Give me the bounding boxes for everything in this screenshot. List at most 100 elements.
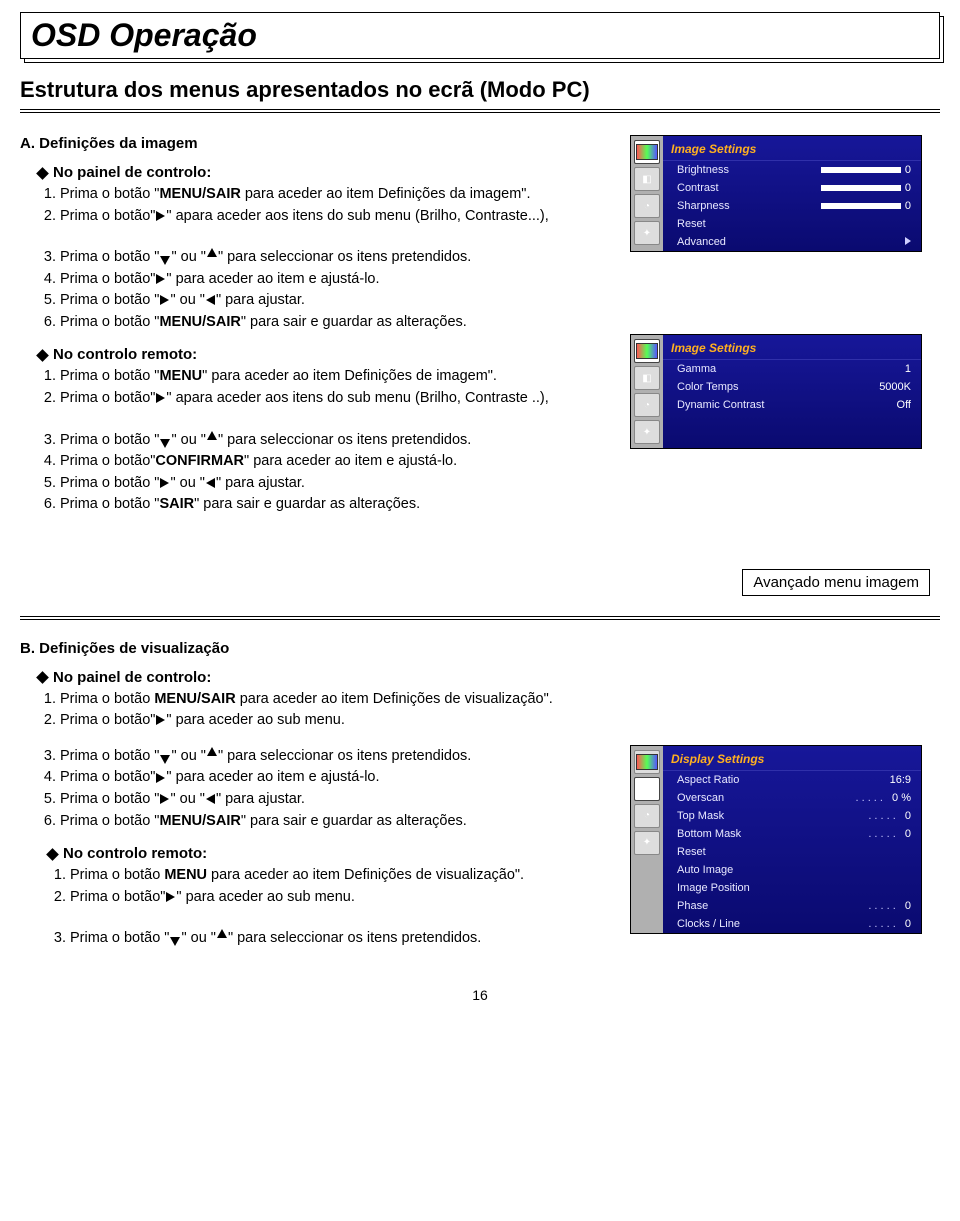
osd-row: Aspect Ratio16:9 [663, 771, 921, 789]
remote-heading-b: No controlo remoto: [48, 845, 612, 862]
section-divider [20, 616, 940, 620]
list-item: Prima o botão"" apara aceder aos itens d… [60, 389, 612, 409]
panel-steps-a-cont: Prima o botão "" ou "" para seleccionar … [60, 248, 612, 332]
osd-label: Dynamic Contrast [677, 399, 764, 411]
panel-heading-b: No painel de controlo: [38, 669, 940, 686]
list-item: Prima o botão"CONFIRMAR" para aceder ao … [60, 452, 612, 472]
remote-steps-a-cont: Prima o botão "" ou "" para seleccionar … [60, 431, 612, 515]
osd-row: Brightness0 [663, 161, 921, 179]
osd-value: 0 [821, 164, 911, 176]
osd-header: Image Settings [663, 136, 921, 161]
osd-row: Contrast0 [663, 179, 921, 197]
osd-row: Reset [663, 843, 921, 861]
osd-value: . . . . . 0 [868, 900, 911, 912]
list-item: Prima o botão "" ou "" para seleccionar … [60, 747, 612, 767]
osd-label: Image Position [677, 882, 750, 894]
triangle-right-icon [156, 393, 165, 403]
osd-label: Overscan [677, 792, 724, 804]
osd-row: Gamma 1 [663, 360, 921, 378]
callout-advanced-menu: Avançado menu imagem [742, 569, 930, 596]
osd-row: Clocks / Line . . . . . 0 [663, 915, 921, 933]
sidebar-icon-display: ◧ [634, 777, 660, 801]
osd-header: Image Settings [663, 335, 921, 360]
osd-label: Phase [677, 900, 708, 912]
triangle-right-icon [160, 794, 169, 804]
list-item: Prima o botão"" para aceder ao item e aj… [60, 270, 612, 290]
remote-steps-a: Prima o botão "MENU" para aceder ao item… [60, 367, 612, 408]
osd-value: Off [897, 399, 911, 411]
triangle-right-icon [156, 211, 165, 221]
panel-steps-b-cont: Prima o botão "" ou "" para seleccionar … [60, 747, 612, 831]
osd-value: 5000K [879, 381, 911, 393]
sidebar-icon-audio: ◔ [634, 804, 660, 828]
panel-heading-a: No painel de controlo: [38, 164, 612, 181]
triangle-down-icon [160, 755, 170, 764]
list-item: Prima o botão "SAIR" para sair e guardar… [60, 495, 612, 515]
list-item: Prima o botão MENU para aceder ao item D… [70, 866, 612, 886]
osd-row: Overscan . . . . . 0 % [663, 789, 921, 807]
remote-steps-b: Prima o botão MENU para aceder ao item D… [70, 866, 612, 907]
list-item: Prima o botão"" para aceder ao item e aj… [60, 768, 612, 788]
osd-value [905, 236, 911, 248]
diamond-bullet-icon [36, 671, 49, 684]
triangle-right-icon [166, 892, 175, 902]
osd-sidebar: ◧ ◔ ✦ [631, 335, 663, 448]
sidebar-icon-image [634, 339, 660, 363]
osd-row: Bottom Mask . . . . . 0 [663, 825, 921, 843]
diamond-bullet-icon [36, 349, 49, 362]
list-item: Prima o botão "" ou "" para seleccionar … [70, 929, 612, 949]
sidebar-icon-audio: ◔ [634, 194, 660, 218]
list-item: Prima o botão "MENU/SAIR para aceder ao … [60, 185, 612, 205]
osd-label: Sharpness [677, 200, 730, 212]
osd-value: . . . . . 0 [868, 828, 911, 840]
triangle-up-icon [207, 431, 217, 440]
panel-steps-b: Prima o botão MENU/SAIR para aceder ao i… [60, 690, 940, 731]
osd-row: Reset [663, 215, 921, 233]
osd-value: 0 [821, 200, 911, 212]
list-item: Prima o botão MENU/SAIR para aceder ao i… [60, 690, 940, 710]
osd-row: Advanced [663, 233, 921, 251]
osd-label: Reset [677, 846, 706, 858]
sidebar-icon-setup: ✦ [634, 420, 660, 444]
osd-value: 1 [905, 363, 911, 375]
triangle-up-icon [207, 248, 217, 257]
osd-row: Sharpness 0 [663, 197, 921, 215]
triangle-down-icon [160, 439, 170, 448]
osd-row: Dynamic Contrast Off [663, 396, 921, 414]
osd-label: Contrast [677, 182, 719, 194]
osd-sidebar: ◧ ◔ ✦ [631, 136, 663, 251]
osd-label: Reset [677, 218, 706, 230]
page-title-box: OSD Operação [20, 12, 940, 59]
triangle-right-icon [156, 274, 165, 284]
osd-header: Display Settings [663, 746, 921, 771]
triangle-left-icon [206, 295, 215, 305]
osd-value: . . . . . 0 [868, 810, 911, 822]
list-item: Prima o botão"" para aceder ao sub menu. [60, 711, 940, 731]
sidebar-icon-display: ◧ [634, 167, 660, 191]
triangle-up-icon [217, 929, 227, 938]
page-title: OSD Operação [31, 17, 929, 54]
osd-row: Top Mask . . . . . 0 [663, 807, 921, 825]
triangle-down-icon [170, 937, 180, 946]
list-item: Prima o botão "" ou "" para ajustar. [60, 291, 612, 311]
osd-label: Color Temps [677, 381, 739, 393]
osd-value: . . . . . 0 [868, 918, 911, 930]
triangle-up-icon [207, 747, 217, 756]
triangle-left-icon [206, 478, 215, 488]
remote-heading-a: No controlo remoto: [38, 346, 612, 363]
list-item: Prima o botão"" para aceder ao sub menu. [70, 888, 612, 908]
list-item: Prima o botão "" ou "" para seleccionar … [60, 248, 612, 268]
osd-label: Gamma [677, 363, 716, 375]
osd-label: Clocks / Line [677, 918, 740, 930]
list-item: Prima o botão "MENU/SAIR" para sair e gu… [60, 812, 612, 832]
triangle-right-icon [160, 478, 169, 488]
triangle-left-icon [206, 794, 215, 804]
osd-label: Bottom Mask [677, 828, 741, 840]
osd-image-settings-advanced: ◧ ◔ ✦ Image Settings Gamma 1 Color Temps 50… [630, 334, 922, 449]
osd-label: Aspect Ratio [677, 774, 739, 786]
page-subtitle: Estrutura dos menus apresentados no ecrã… [20, 77, 940, 113]
osd-sidebar: ◧ ◔ ✦ [631, 746, 663, 933]
osd-value: . . . . . 0 % [855, 792, 911, 804]
sidebar-icon-image [634, 750, 660, 774]
osd-label: Top Mask [677, 810, 724, 822]
